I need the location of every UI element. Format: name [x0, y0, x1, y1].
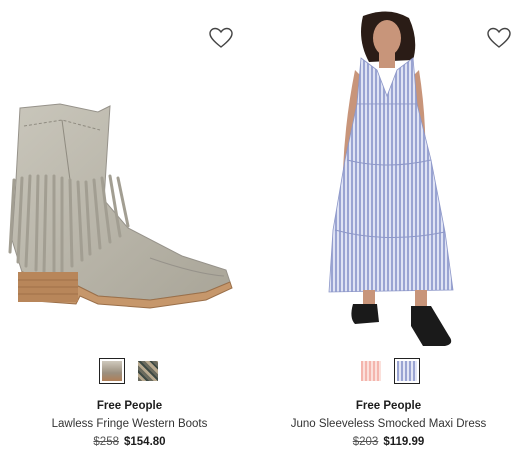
wishlist-heart-icon[interactable] — [486, 26, 512, 50]
product-brand[interactable]: Free People — [259, 400, 518, 412]
color-swatches — [259, 358, 518, 388]
swatch-pink-stripe[interactable] — [358, 358, 384, 384]
product-grid: Free People Lawless Fringe Western Boots… — [0, 0, 518, 454]
wishlist-heart-icon[interactable] — [208, 26, 234, 50]
original-price: $203 — [352, 436, 379, 448]
product-name[interactable]: Lawless Fringe Western Boots — [0, 418, 259, 430]
product-card[interactable]: Free People Lawless Fringe Western Boots… — [0, 0, 259, 454]
original-price: $258 — [93, 436, 119, 448]
swatch-snake-print[interactable] — [135, 358, 161, 384]
swatch-blue-stripe[interactable] — [393, 358, 420, 384]
sale-price: $154.80 — [124, 436, 166, 448]
product-card[interactable]: Free People Juno Sleeveless Smocked Maxi… — [259, 0, 518, 454]
sale-price: $119.99 — [383, 436, 425, 448]
product-price: $258 $154.80 — [0, 436, 259, 448]
product-brand[interactable]: Free People — [0, 400, 259, 412]
swatch-taupe-suede[interactable] — [98, 358, 125, 384]
color-swatches — [0, 358, 259, 388]
product-name[interactable]: Juno Sleeveless Smocked Maxi Dress — [259, 418, 518, 430]
product-image-boots[interactable] — [0, 0, 259, 352]
product-price: $203 $119.99 — [259, 436, 518, 448]
product-image-dress[interactable] — [259, 0, 518, 352]
